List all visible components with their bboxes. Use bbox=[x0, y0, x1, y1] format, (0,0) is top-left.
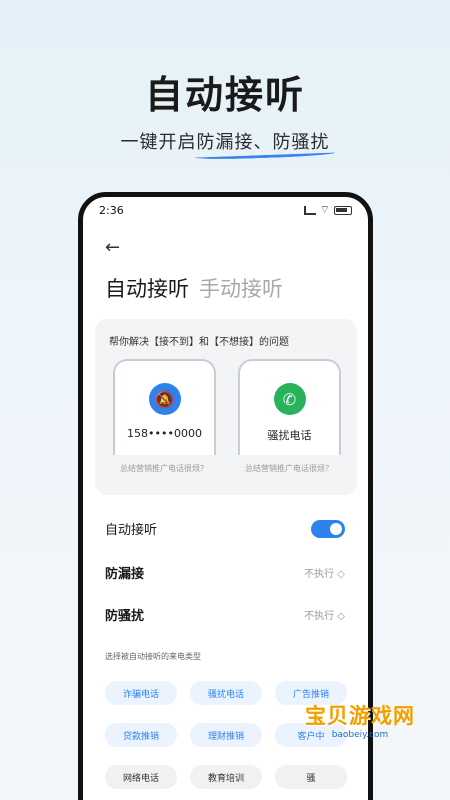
status-icons: ⌔ bbox=[303, 203, 352, 217]
status-bar: 2:36 ⌔ bbox=[83, 197, 368, 223]
harass-row[interactable]: 防骚扰 不执行 ◇ bbox=[105, 605, 345, 624]
chip-fraud[interactable]: 诈骗电话 bbox=[105, 681, 177, 705]
chip-education[interactable]: 教育培训 bbox=[190, 765, 262, 789]
hero-subtitle: 一键开启防漏接、防骚扰 bbox=[120, 132, 330, 153]
help-card: 帮你解决【接不到】和【不想接】的问题 🔕 158••••0000 ✆ 骚扰电话 … bbox=[95, 319, 357, 495]
call-types-section-label: 选择被自动接听的来电类型 bbox=[105, 652, 201, 661]
tab-auto-answer[interactable]: 自动接听 bbox=[105, 273, 189, 303]
missed-label: 防漏接 bbox=[105, 567, 145, 582]
back-arrow-icon[interactable]: ← bbox=[105, 237, 120, 258]
help-card-title: 帮你解决【接不到】和【不想接】的问题 bbox=[109, 337, 289, 348]
watermark-url: baobeiy.com bbox=[331, 730, 389, 740]
harass-call-label: 骚扰电话 bbox=[267, 429, 312, 442]
chip-network-call[interactable]: 网络电话 bbox=[105, 765, 177, 789]
missed-row[interactable]: 防漏接 不执行 ◇ bbox=[105, 563, 345, 582]
answer-mode-tabs: 自动接听 手动接听 bbox=[105, 273, 283, 303]
watermark-logo: 宝贝游戏网 baobeiy.com bbox=[280, 700, 440, 790]
left-caption: 总结营销推广电话很烦？ bbox=[120, 464, 208, 473]
harass-label: 防骚扰 bbox=[105, 609, 145, 624]
watermark-text: 宝贝游戏网 bbox=[305, 704, 415, 728]
chip-loan[interactable]: 贷款推销 bbox=[105, 723, 177, 747]
tab-manual-answer[interactable]: 手动接听 bbox=[199, 273, 283, 303]
right-caption: 总结营销推广电话很烦？ bbox=[245, 464, 333, 473]
battery-icon bbox=[334, 205, 352, 215]
auto-answer-row: 自动接听 bbox=[105, 519, 345, 538]
status-time: 2:36 bbox=[99, 203, 124, 217]
wifi-icon: ⌔ bbox=[319, 203, 330, 216]
phone-icon: ✆ bbox=[273, 383, 306, 415]
signal-icon bbox=[303, 205, 316, 215]
missed-call-card: 🔕 158••••0000 bbox=[113, 359, 216, 455]
chip-harass[interactable]: 骚扰电话 bbox=[190, 681, 262, 705]
auto-answer-toggle[interactable] bbox=[311, 519, 345, 538]
phone-number-label: 158••••0000 bbox=[127, 427, 202, 440]
harass-call-card: ✆ 骚扰电话 bbox=[238, 359, 341, 455]
mute-bell-icon: 🔕 bbox=[148, 383, 181, 415]
harass-value-select[interactable]: 不执行 ◇ bbox=[304, 607, 345, 622]
missed-value-select[interactable]: 不执行 ◇ bbox=[304, 565, 345, 580]
auto-answer-label: 自动接听 bbox=[105, 523, 158, 538]
chip-finance[interactable]: 理财推销 bbox=[190, 723, 262, 747]
hero-title: 自动接听 bbox=[144, 73, 305, 117]
